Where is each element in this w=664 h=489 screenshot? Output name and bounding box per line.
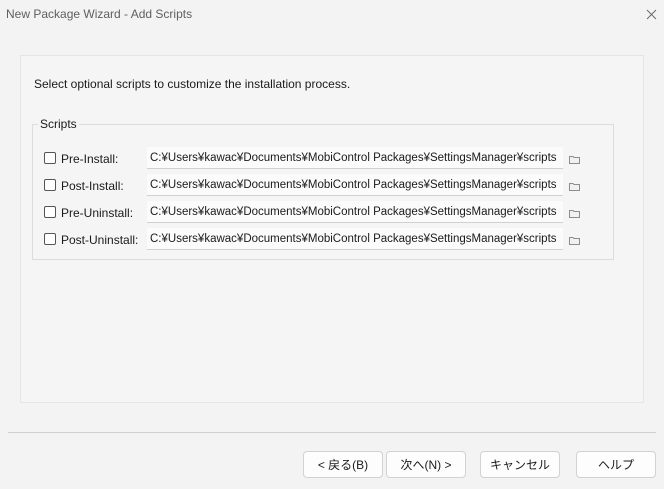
folder-icon[interactable] <box>569 236 580 245</box>
pre-uninstall-checkbox[interactable] <box>44 206 56 218</box>
content-panel: Select optional scripts to customize the… <box>20 55 644 403</box>
folder-icon[interactable] <box>569 209 580 218</box>
footer-separator <box>8 432 656 433</box>
close-icon <box>646 9 656 19</box>
close-button[interactable] <box>638 0 664 28</box>
cancel-button[interactable]: キャンセル <box>480 451 560 478</box>
script-row-pre-uninstall: Pre-Uninstall: C:¥Users¥kawac¥Documents¥… <box>33 201 613 223</box>
pre-install-label[interactable]: Pre-Install: <box>61 152 118 166</box>
folder-icon[interactable] <box>569 155 580 164</box>
back-button[interactable]: < 戻る(B) <box>303 451 383 478</box>
post-install-checkbox[interactable] <box>44 179 56 191</box>
scripts-group-label: Scripts <box>38 117 79 131</box>
script-row-post-install: Post-Install: C:¥Users¥kawac¥Documents¥M… <box>33 174 613 196</box>
title-bar: New Package Wizard - Add Scripts <box>0 0 664 30</box>
post-uninstall-path-field[interactable]: C:¥Users¥kawac¥Documents¥MobiControl Pac… <box>147 228 563 250</box>
next-button[interactable]: 次へ(N) > <box>386 451 466 478</box>
script-row-pre-install: Pre-Install: C:¥Users¥kawac¥Documents¥Mo… <box>33 147 613 169</box>
script-row-post-uninstall: Post-Uninstall: C:¥Users¥kawac¥Documents… <box>33 228 613 250</box>
pre-uninstall-path-field[interactable]: C:¥Users¥kawac¥Documents¥MobiControl Pac… <box>147 201 563 223</box>
post-install-path-field[interactable]: C:¥Users¥kawac¥Documents¥MobiControl Pac… <box>147 174 563 196</box>
scripts-groupbox: Scripts Pre-Install: C:¥Users¥kawac¥Docu… <box>32 117 614 260</box>
instruction-text: Select optional scripts to customize the… <box>34 77 351 91</box>
post-uninstall-checkbox[interactable] <box>44 233 56 245</box>
folder-icon[interactable] <box>569 182 580 191</box>
pre-install-checkbox[interactable] <box>44 152 56 164</box>
post-uninstall-label[interactable]: Post-Uninstall: <box>61 233 138 247</box>
help-button[interactable]: ヘルプ <box>576 451 656 478</box>
pre-install-path-field[interactable]: C:¥Users¥kawac¥Documents¥MobiControl Pac… <box>147 147 563 169</box>
window-title: New Package Wizard - Add Scripts <box>6 7 193 21</box>
post-install-label[interactable]: Post-Install: <box>61 179 124 193</box>
pre-uninstall-label[interactable]: Pre-Uninstall: <box>61 206 133 220</box>
